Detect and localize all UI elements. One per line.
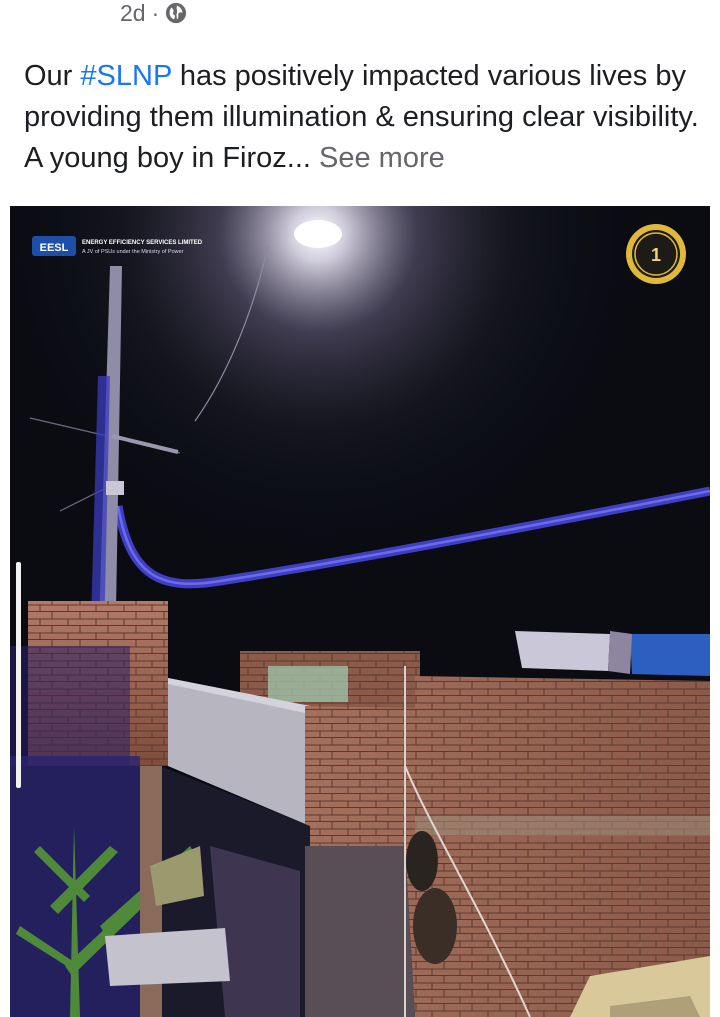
post-text: Our #SLNP has positively impacted variou… bbox=[24, 56, 704, 179]
feed-post: 2d · Our #SLNP has positively impacted v… bbox=[0, 0, 720, 1017]
hashtag-link[interactable]: #SLNP bbox=[80, 60, 171, 92]
meta-separator: · bbox=[151, 0, 160, 26]
street-lamp bbox=[294, 220, 342, 248]
svg-text:A JV of PSUs under the Ministr: A JV of PSUs under the Ministry of Power bbox=[82, 249, 184, 255]
scroll-indicator bbox=[16, 562, 21, 788]
see-more-link[interactable]: See more bbox=[319, 142, 445, 174]
svg-text:ENERGY EFFICIENCY SERVICES LIM: ENERGY EFFICIENCY SERVICES LIMITED bbox=[82, 240, 203, 246]
anniversary-badge-icon: 1 bbox=[626, 224, 686, 284]
globe-icon bbox=[166, 2, 187, 24]
svg-text:1: 1 bbox=[651, 245, 661, 265]
street-light-photo: EESL ENERGY EFFICIENCY SERVICES LIMITED … bbox=[10, 206, 710, 1017]
post-meta: 2d · bbox=[120, 0, 187, 26]
post-text-lead: Our bbox=[24, 60, 81, 92]
post-timestamp[interactable]: 2d bbox=[120, 0, 146, 27]
svg-text:EESL: EESL bbox=[40, 242, 69, 254]
post-photo[interactable]: EESL ENERGY EFFICIENCY SERVICES LIMITED … bbox=[10, 206, 710, 1017]
